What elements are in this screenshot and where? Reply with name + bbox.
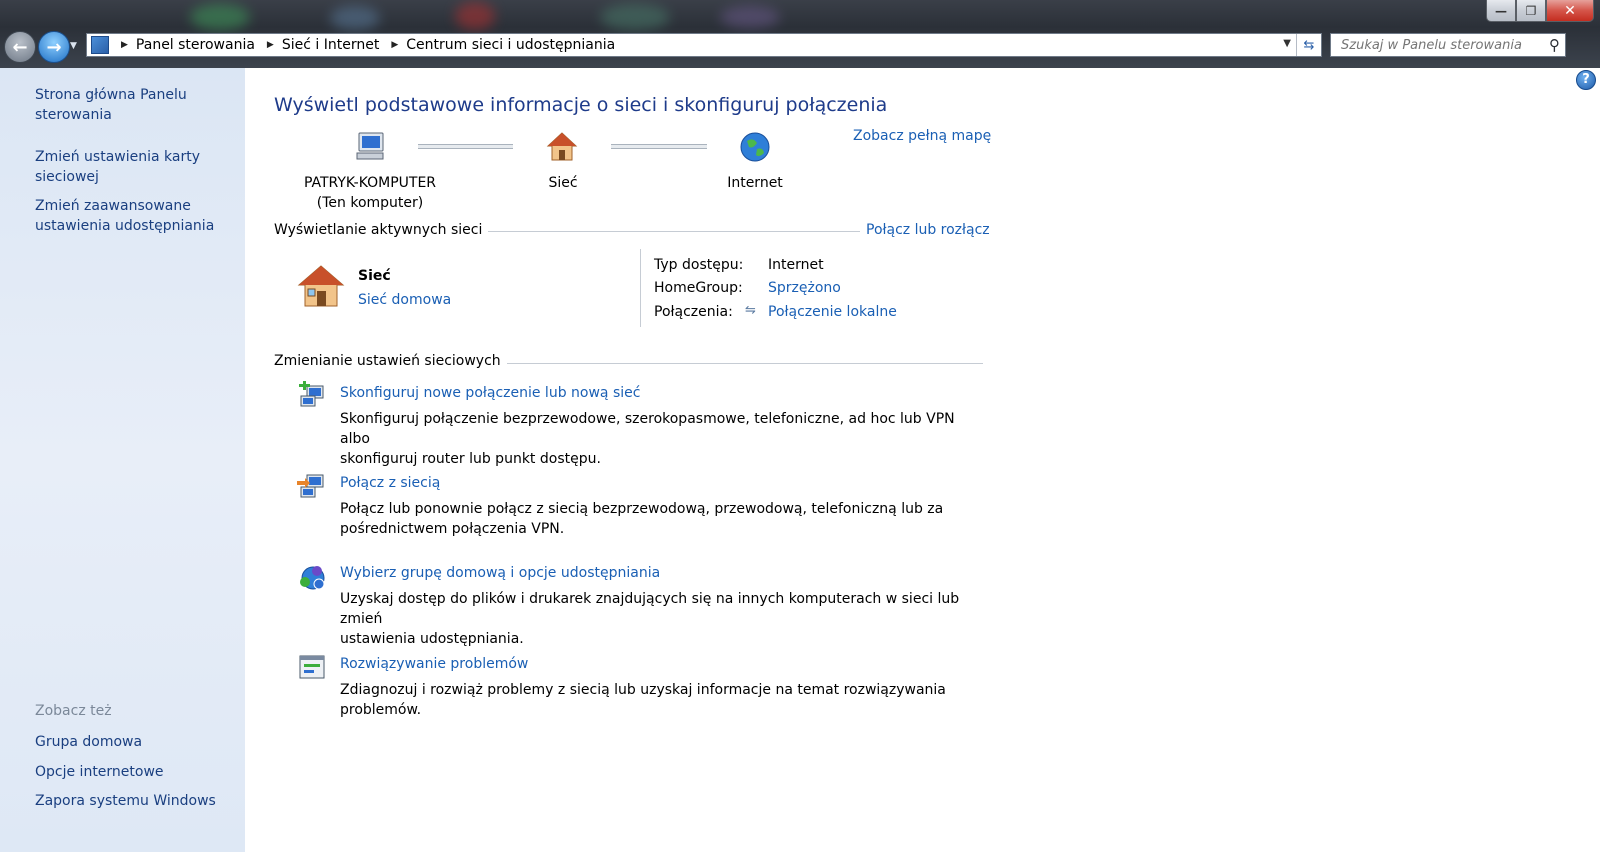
- network-type-link[interactable]: Sieć domowa: [358, 292, 451, 308]
- wallpaper-blob: [330, 6, 380, 30]
- connect-network-icon: [297, 474, 324, 498]
- task-troubleshoot-desc: Zdiagnozuj i rozwiąż problemy z siecią l…: [340, 680, 980, 720]
- close-icon: ✕: [1564, 2, 1576, 19]
- task-homegroup-link[interactable]: Wybierz grupę domową i opcje udostępnian…: [340, 565, 660, 581]
- wallpaper-blob: [455, 2, 495, 30]
- task-connect-network-link[interactable]: Połącz z siecią: [340, 475, 440, 491]
- arrow-left-icon: ←: [12, 36, 28, 58]
- task-homegroup-desc: Uzyskaj dostęp do plików i drukarek znaj…: [340, 589, 980, 649]
- wallpaper-blob: [190, 4, 250, 30]
- sidebar-link-internet-options[interactable]: Opcje internetowe: [35, 762, 225, 782]
- wallpaper-blob: [600, 4, 670, 30]
- computer-subtitle: (Ten komputer): [316, 195, 424, 211]
- globe-icon: [740, 132, 770, 162]
- arrow-right-icon: →: [46, 36, 62, 58]
- breadcrumb-separator-icon[interactable]: ▶: [391, 40, 398, 50]
- task-setup-connection-desc: Skonfiguruj połączenie bezprzewodowe, sz…: [340, 409, 980, 469]
- breadcrumb-control-panel[interactable]: Panel sterowania: [136, 37, 255, 53]
- back-button[interactable]: ←: [4, 31, 36, 63]
- connections-label: Połączenia:: [654, 304, 733, 320]
- vertical-divider: [640, 249, 641, 327]
- recent-pages-dropdown-icon[interactable]: ▼: [70, 41, 77, 51]
- task-setup-connection-link[interactable]: Skonfiguruj nowe połączenie lub nową sie…: [340, 385, 640, 401]
- window-titlebar: — ❐ ✕ ← → ▼ ▶ Panel sterowania ▶ Sieć i …: [0, 0, 1600, 68]
- maximize-button[interactable]: ❐: [1516, 0, 1546, 22]
- sidebar-link-homegroup[interactable]: Grupa domowa: [35, 732, 225, 752]
- sidebar-link-adapter-settings[interactable]: Zmień ustawienia karty sieciowej: [35, 147, 225, 187]
- search-input[interactable]: [1339, 36, 1543, 54]
- search-box[interactable]: ⚲: [1330, 33, 1566, 57]
- new-connection-icon: [299, 381, 324, 407]
- access-type-label: Typ dostępu:: [654, 257, 744, 273]
- sidebar-link-advanced-sharing[interactable]: Zmień zaawansowane ustawienia udostępnia…: [35, 196, 225, 236]
- window-controls: — ❐ ✕: [1486, 0, 1594, 22]
- breadcrumb: ▶ Panel sterowania ▶ Sieć i Internet ▶ C…: [109, 37, 615, 53]
- homegroup-label: HomeGroup:: [654, 280, 743, 296]
- main-content: ? Wyświetl podstawowe informacje o sieci…: [245, 68, 1600, 852]
- task-description-line: Zdiagnozuj i rozwiąż problemy z siecią l…: [340, 682, 946, 698]
- troubleshoot-icon: [299, 655, 325, 679]
- homegroup-sharing-icon: [300, 566, 325, 590]
- task-description-line: Uzyskaj dostęp do plików i drukarek znaj…: [340, 591, 960, 627]
- active-networks-heading: Wyświetlanie aktywnych sieci: [274, 222, 489, 238]
- home-network-icon: [546, 132, 578, 161]
- computer-icon: [356, 132, 384, 160]
- map-connection-line: [418, 144, 513, 149]
- breadcrumb-separator-icon[interactable]: ▶: [267, 40, 274, 50]
- computer-name: PATRYK-KOMPUTER: [303, 175, 437, 191]
- active-network-name: Sieć: [358, 268, 391, 284]
- breadcrumb-network-center[interactable]: Centrum sieci i udostępniania: [406, 37, 615, 53]
- map-internet-label: Internet: [727, 175, 783, 191]
- control-panel-icon: [91, 36, 109, 54]
- map-connection-line: [611, 144, 707, 149]
- close-button[interactable]: ✕: [1546, 0, 1594, 22]
- task-description-line: Połącz lub ponownie połącz z siecią bezp…: [340, 501, 944, 517]
- map-network-label: Sieć: [548, 175, 578, 191]
- task-description-line: problemów.: [340, 702, 422, 718]
- map-computer-label: PATRYK-KOMPUTER (Ten komputer): [285, 173, 455, 213]
- local-connection-link[interactable]: Połączenie lokalne: [768, 304, 897, 320]
- task-description-line: pośrednictwem połączenia VPN.: [340, 521, 565, 537]
- forward-button[interactable]: →: [38, 31, 70, 63]
- breadcrumb-network-internet[interactable]: Sieć i Internet: [282, 37, 379, 53]
- restore-icon: ❐: [1525, 3, 1537, 18]
- minimize-button[interactable]: —: [1486, 0, 1516, 22]
- refresh-icon[interactable]: ⇆: [1296, 34, 1321, 56]
- connect-disconnect-link[interactable]: Połącz lub rozłącz: [860, 222, 990, 238]
- task-troubleshoot-link[interactable]: Rozwiązywanie problemów: [340, 656, 528, 672]
- address-dropdown-icon[interactable]: ▼: [1283, 38, 1291, 49]
- address-bar[interactable]: ▶ Panel sterowania ▶ Sieć i Internet ▶ C…: [86, 33, 1322, 57]
- full-map-link[interactable]: Zobacz pełną mapę: [853, 128, 991, 144]
- help-icon[interactable]: ?: [1576, 70, 1596, 90]
- access-type-value: Internet: [768, 257, 824, 273]
- wallpaper-blob: [720, 6, 780, 28]
- task-description-line: Skonfiguruj połączenie bezprzewodowe, sz…: [340, 411, 955, 447]
- task-description-line: ustawienia udostępniania.: [340, 631, 524, 647]
- search-icon[interactable]: ⚲: [1549, 36, 1560, 54]
- change-settings-heading: Zmienianie ustawień sieciowych: [274, 353, 507, 369]
- sidebar: Strona główna Panelu sterowania Zmień us…: [0, 68, 245, 852]
- task-connect-network-desc: Połącz lub ponownie połącz z siecią bezp…: [340, 499, 980, 539]
- ethernet-icon: ⇋: [745, 303, 756, 318]
- see-also-heading: Zobacz też: [35, 703, 112, 719]
- homegroup-link[interactable]: Sprzężono: [768, 280, 841, 296]
- breadcrumb-separator-icon[interactable]: ▶: [121, 40, 128, 50]
- minimize-icon: —: [1495, 3, 1507, 18]
- task-description-line: skonfiguruj router lub punkt dostępu.: [340, 451, 601, 467]
- home-network-icon: [297, 265, 345, 307]
- page-title: Wyświetl podstawowe informacje o sieci i…: [274, 94, 888, 116]
- sidebar-link-windows-firewall[interactable]: Zapora systemu Windows: [35, 791, 225, 811]
- sidebar-link-control-panel-home[interactable]: Strona główna Panelu sterowania: [35, 85, 225, 125]
